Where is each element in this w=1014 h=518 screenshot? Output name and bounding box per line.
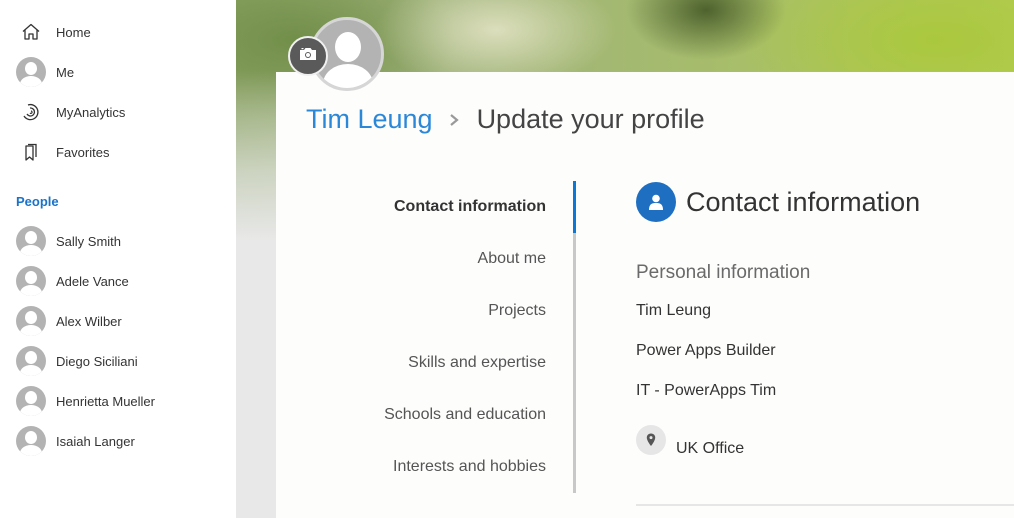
person-name: Isaiah Langer [56, 433, 135, 449]
nav-item-home[interactable]: Home [16, 17, 91, 47]
profile-photo-body [323, 64, 373, 88]
person-item[interactable]: Diego Siciliani [16, 346, 138, 376]
profile-photo-head [335, 32, 361, 62]
department: IT - PowerApps Tim [636, 382, 777, 399]
avatar [16, 386, 46, 416]
page-title: Update your profile [476, 104, 705, 134]
breadcrumb-profile-link[interactable]: Tim Leung [306, 104, 433, 135]
left-nav: Home Me MyAnalytics Favorites People Sal… [0, 0, 236, 518]
nav-item-me[interactable]: Me [16, 57, 74, 87]
nav-item-label: Favorites [56, 144, 110, 160]
section-header: Contact information [636, 182, 920, 222]
job-title: Power Apps Builder [636, 342, 776, 359]
person-item[interactable]: Sally Smith [16, 226, 121, 256]
person-item[interactable]: Henrietta Mueller [16, 386, 155, 416]
section-title: Contact information [686, 186, 921, 217]
office-location: UK Office [636, 422, 744, 458]
avatar [16, 346, 46, 376]
section-divider [636, 504, 1014, 506]
person-name: Henrietta Mueller [56, 393, 155, 409]
section-tab-projects[interactable]: Projects [488, 302, 546, 320]
nav-item-favorites[interactable]: Favorites [16, 137, 109, 167]
location-pin-icon [636, 425, 666, 455]
person-item[interactable]: Adele Vance [16, 266, 129, 296]
person-name: Adele Vance [56, 273, 129, 289]
person-name: Diego Siciliani [56, 353, 138, 369]
home-icon [16, 17, 46, 47]
avatar [16, 57, 46, 87]
person-name: Sally Smith [56, 233, 122, 249]
bookmark-icon [16, 137, 46, 167]
main-area: Tim Leung Update your profile [236, 0, 1014, 518]
section-tab-interests[interactable]: Interests and hobbies [393, 458, 546, 476]
section-tab-contact-information[interactable]: Contact information [394, 198, 546, 216]
section-tab-skills[interactable]: Skills and expertise [408, 354, 546, 372]
office-name: UK Office [676, 440, 745, 457]
avatar [16, 266, 46, 296]
section-tab-about-me[interactable]: About me [478, 250, 546, 268]
nav-item-label: Me [56, 64, 75, 80]
camera-icon [299, 47, 317, 66]
nav-item-myanalytics[interactable]: MyAnalytics [16, 97, 125, 127]
nav-item-label: MyAnalytics [56, 104, 126, 120]
avatar [16, 226, 46, 256]
avatar [16, 426, 46, 456]
personal-information-heading: Personal information [636, 262, 811, 283]
analytics-icon [16, 97, 46, 127]
display-name: Tim Leung [636, 302, 711, 319]
change-photo-button[interactable] [288, 36, 328, 76]
section-nav-active-indicator [573, 181, 576, 233]
person-name: Alex Wilber [56, 313, 122, 329]
person-icon [636, 182, 676, 222]
chevron-right-icon [449, 113, 459, 127]
people-section-title: People [16, 194, 59, 209]
person-item[interactable]: Alex Wilber [16, 306, 122, 336]
breadcrumb: Tim Leung Update your profile [306, 104, 705, 135]
avatar [16, 306, 46, 336]
nav-item-label: Home [56, 24, 91, 40]
person-item[interactable]: Isaiah Langer [16, 426, 135, 456]
section-tab-schools[interactable]: Schools and education [384, 406, 546, 424]
